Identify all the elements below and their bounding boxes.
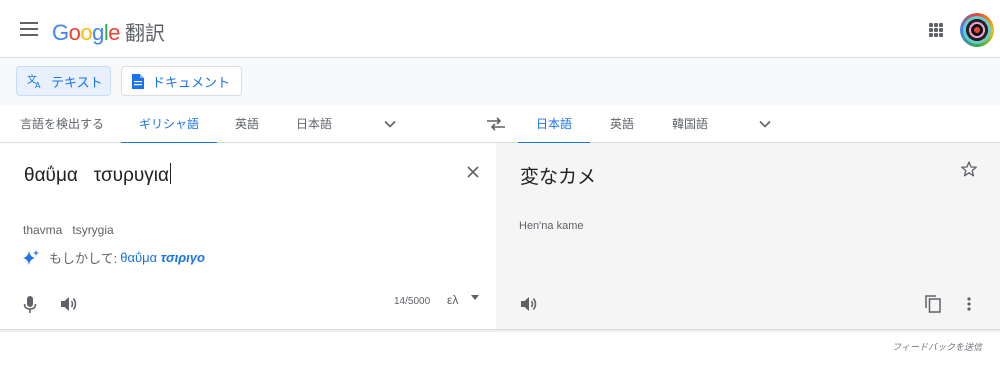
copy-translation-icon[interactable] bbox=[925, 295, 941, 313]
hamburger-menu-icon[interactable] bbox=[20, 22, 38, 36]
target-lang-english[interactable]: 英語 bbox=[610, 105, 634, 143]
target-panel: 変なカメ Hen'na kame bbox=[496, 143, 1000, 329]
target-more-langs-chevron-icon[interactable] bbox=[759, 118, 771, 130]
logo-letter: o bbox=[80, 20, 93, 45]
sparkle-icon bbox=[23, 249, 39, 265]
text-mode-label: テキスト bbox=[51, 74, 103, 90]
suggestion-plain: θαΰμα bbox=[120, 250, 158, 265]
apps-grid-icon[interactable] bbox=[929, 23, 943, 37]
account-avatar[interactable] bbox=[960, 13, 994, 47]
source-text-value: θαΰμα τσυρυγια bbox=[24, 165, 169, 186]
character-count: 14/5000 bbox=[394, 296, 431, 307]
save-translation-star-icon[interactable] bbox=[961, 161, 977, 177]
target-lang-korean[interactable]: 韓国語 bbox=[672, 105, 708, 143]
dropdown-arrow-icon bbox=[470, 295, 479, 300]
translate-app: Google 翻訳 文 A テキスト ドキュメント 言語を検出する ギリシャ語 … bbox=[0, 0, 1000, 386]
listen-translation-speaker-icon[interactable] bbox=[521, 296, 538, 312]
text-caret bbox=[169, 163, 171, 184]
input-tools-label: ελ bbox=[447, 293, 459, 307]
text-mode-button[interactable]: 文 A テキスト bbox=[16, 66, 111, 96]
suggestion-link[interactable]: θαΰμα τσιριγο bbox=[120, 250, 205, 265]
clear-source-close-icon[interactable] bbox=[465, 164, 481, 180]
svg-text:A: A bbox=[35, 81, 41, 89]
target-transliteration: Hen'na kame bbox=[519, 220, 584, 232]
did-you-mean-label: もしかして: bbox=[49, 251, 118, 266]
documents-mode-label: ドキュメント bbox=[152, 74, 231, 90]
translation-output: 変なカメ bbox=[520, 167, 597, 188]
logo-letter: G bbox=[52, 20, 69, 45]
source-transliteration: thavma tsyrygia bbox=[23, 223, 114, 237]
translate-icon: 文 A bbox=[27, 73, 41, 89]
source-text-input[interactable]: θαΰμα τσυρυγια bbox=[24, 163, 171, 187]
source-lang-detect[interactable]: 言語を検出する bbox=[20, 105, 104, 143]
source-panel: θαΰμα τσυρυγια thavma tsyrygia もしかして: θα… bbox=[0, 143, 496, 329]
target-lang-japanese[interactable]: 日本語 bbox=[517, 105, 591, 144]
logo-letter: e bbox=[108, 20, 121, 45]
microphone-icon[interactable] bbox=[23, 296, 37, 314]
logo-google: Google bbox=[52, 20, 121, 45]
more-options-vertical-icon[interactable] bbox=[967, 297, 971, 311]
listen-source-speaker-icon[interactable] bbox=[61, 296, 78, 312]
document-icon bbox=[132, 73, 144, 89]
documents-mode-button[interactable]: ドキュメント bbox=[121, 66, 242, 96]
google-translate-logo[interactable]: Google 翻訳 bbox=[52, 17, 165, 46]
panel-shadow bbox=[0, 330, 1000, 332]
input-tools-button[interactable]: ελ bbox=[447, 293, 479, 307]
suggestion-bold: τσιριγο bbox=[160, 250, 205, 265]
header: Google 翻訳 bbox=[0, 0, 1000, 58]
logo-letter: g bbox=[92, 20, 104, 45]
send-feedback-link[interactable]: フィードバックを送信 bbox=[892, 340, 982, 353]
logo-letter: o bbox=[68, 20, 81, 45]
source-lang-greek[interactable]: ギリシャ語 bbox=[120, 105, 218, 144]
swap-languages-icon[interactable] bbox=[486, 117, 506, 131]
mode-bar: 文 A テキスト ドキュメント bbox=[0, 58, 1000, 105]
language-bar: 言語を検出する ギリシャ語 英語 日本語 日本語 英語 韓国語 bbox=[0, 105, 1000, 144]
source-lang-english[interactable]: 英語 bbox=[235, 105, 259, 143]
source-lang-japanese[interactable]: 日本語 bbox=[296, 105, 332, 143]
did-you-mean: もしかして: θαΰμα τσιριγο bbox=[22, 248, 205, 267]
source-more-langs-chevron-icon[interactable] bbox=[384, 118, 396, 130]
logo-product-name: 翻訳 bbox=[125, 23, 166, 45]
